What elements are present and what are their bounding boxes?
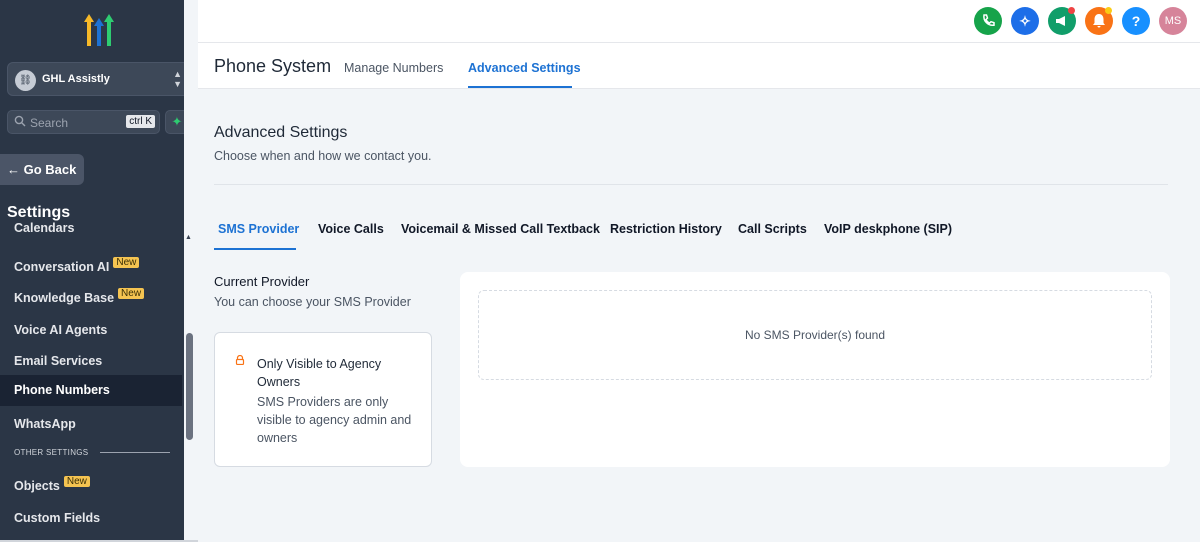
help-label: ? [1131,13,1141,29]
sidebar-item-voice-ai-agents[interactable]: Voice AI Agents [0,315,182,346]
account-avatar-icon: ⛓ [15,70,36,91]
sidebar-item-custom-fields[interactable]: Custom Fields [0,503,182,534]
avatar-initials: MS [1164,15,1182,27]
sidebar-scrollbar[interactable] [186,333,193,440]
chevron-up-down-icon: ▲ ▼ [173,69,182,89]
tab-manage-numbers[interactable]: Manage Numbers [344,61,443,75]
current-provider-subtitle: You can choose your SMS Provider [214,295,411,309]
notice-body: SMS Providers are only visible to agency… [257,395,412,445]
tab-sms-provider[interactable]: SMS Provider [218,222,299,236]
tab-voice-calls[interactable]: Voice Calls [318,222,384,236]
divider [100,452,170,453]
search-icon [14,115,26,127]
active-tab-indicator [214,248,296,250]
lock-icon [235,355,245,365]
section-title: Advanced Settings [214,124,348,141]
sidebar-item-label: Objects [14,479,60,493]
search-shortcut: ctrl K [126,115,155,128]
new-badge: New [118,288,145,299]
empty-state-text: No SMS Provider(s) found [744,328,886,342]
sidebar-item-conversation-ai[interactable]: Conversation AI New [0,252,182,283]
sidebar-item-label: Voice AI Agents [14,323,108,337]
go-back-button[interactable]: ← Go Back [0,154,84,185]
arrow-left-icon: ← [7,162,20,177]
sidebar-item-objects[interactable]: Objects New [0,471,182,502]
sidebar-item-label: Calendars [14,222,75,235]
empty-state: No SMS Provider(s) found [478,290,1152,380]
tab-voicemail[interactable]: Voicemail & Missed Call Textback [401,222,600,236]
other-settings-label: OTHER SETTINGS [14,448,89,457]
sidebar-item-label: Phone Numbers [14,383,110,397]
sidebar-item-label: Email Services [14,354,103,368]
current-provider-title: Current Provider [214,274,310,289]
tab-voip-deskphone[interactable]: VoIP deskphone (SIP) [824,222,952,236]
user-avatar[interactable]: MS [1159,7,1187,35]
sidebar-item-label: WhatsApp [14,417,76,431]
tab-call-scripts[interactable]: Call Scripts [738,222,807,236]
divider [214,184,1168,185]
page-title: Phone System [214,56,332,76]
account-name: GHL Assistly [42,73,110,85]
account-switcher[interactable]: ⛓ GHL Assistly ▲ ▼ [7,62,184,96]
sidebar-item-whatsapp[interactable]: WhatsApp [0,409,182,440]
search-box[interactable]: Search ctrl K [7,110,160,134]
sms-provider-panel: No SMS Provider(s) found [460,272,1170,467]
sidebar-item-calendars[interactable]: Calendars [0,222,182,244]
tab-advanced-settings[interactable]: Advanced Settings [468,61,581,75]
announcement-dot [1068,7,1075,14]
settings-nav: Calendars Conversation AI New Knowledge B… [0,222,184,542]
phone-icon[interactable] [974,7,1002,35]
tab-restriction-history[interactable]: Restriction History [610,222,722,236]
sidebar-item-email-services[interactable]: Email Services [0,346,182,377]
main-content: Advanced Settings Choose when and how we… [198,89,1200,542]
app-logo[interactable] [79,12,119,48]
sidebar: ⛓ GHL Assistly ▲ ▼ Search ctrl K ✦ ← Go B… [0,0,184,542]
page-header: Phone System Manage Numbers Advanced Set… [198,43,1200,89]
new-badge: New [113,257,140,268]
quick-action-icon[interactable]: ✦ [165,110,184,134]
scroll-up-icon[interactable]: ▲ [185,234,192,241]
sidebar-item-knowledge-base[interactable]: Knowledge Base New [0,283,182,314]
sidebar-item-label: Knowledge Base [14,291,115,305]
search-placeholder: Search [30,116,69,130]
section-subtitle: Choose when and how we contact you. [214,149,432,163]
top-header: ✧ ? MS [198,0,1200,43]
notice-title: Only Visible to Agency Owners [257,357,382,389]
magic-wand-icon[interactable]: ✧ [1011,7,1039,35]
active-tab-indicator [468,86,572,88]
sidebar-item-phone-numbers[interactable]: Phone Numbers [0,375,182,406]
agency-owner-notice: Only Visible to Agency Owners SMS Provid… [214,332,432,467]
notifications-dot [1105,7,1112,14]
new-badge: New [63,476,90,487]
go-back-label: Go Back [23,162,77,177]
sidebar-item-label: Custom Fields [14,511,101,525]
help-icon[interactable]: ? [1122,7,1150,35]
settings-heading: Settings [7,204,71,221]
sidebar-item-label: Conversation AI [14,260,110,274]
